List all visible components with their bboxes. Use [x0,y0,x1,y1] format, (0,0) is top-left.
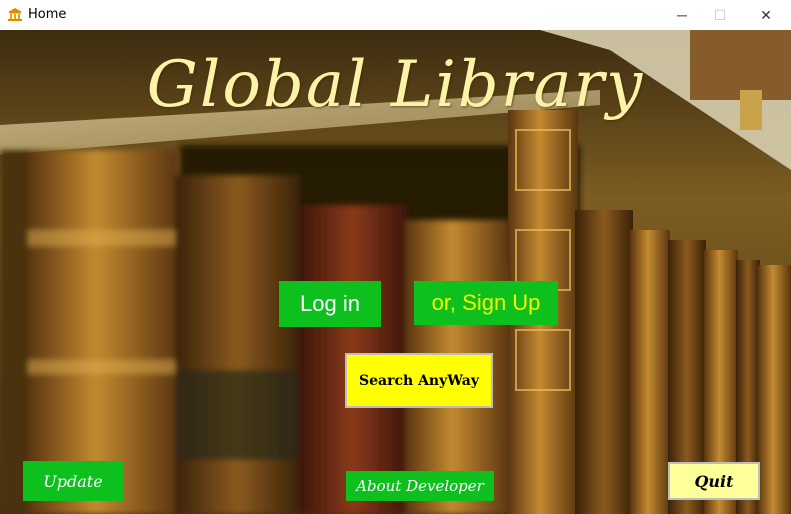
quit-button[interactable]: Quit [668,462,760,500]
search-anyway-button[interactable]: Search AnyWay [345,353,493,408]
update-button[interactable]: Update [23,461,123,501]
window-title: Home [28,7,67,22]
maximize-button[interactable]: ☐ [697,0,743,30]
signup-button[interactable]: or, Sign Up [414,281,558,325]
library-icon [8,8,22,21]
login-button[interactable]: Log in [279,281,381,327]
about-developer-button[interactable]: About Developer [346,471,494,501]
main-content: Global Library Log in or, Sign Up Search… [0,30,791,514]
close-button[interactable]: ✕ [743,0,789,30]
app-title: Global Library [146,48,645,122]
window-title-bar: Home ─ ☐ ✕ [0,0,791,30]
